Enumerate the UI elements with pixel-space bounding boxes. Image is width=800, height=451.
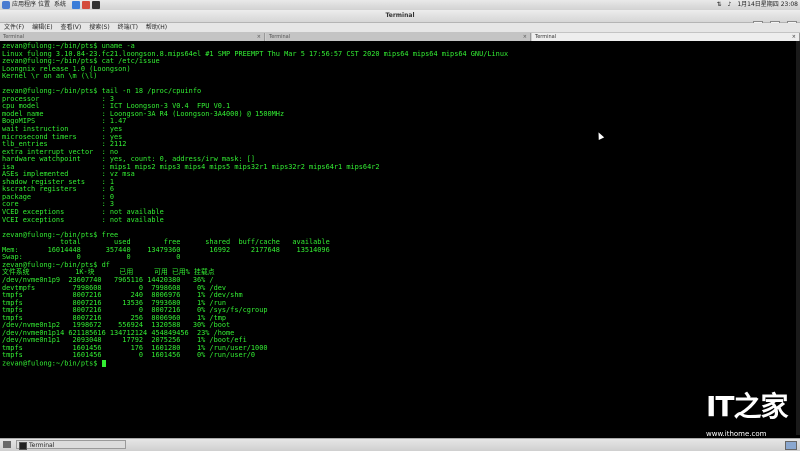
mail-launcher-icon[interactable] xyxy=(82,1,90,9)
taskbar-item-label: Terminal xyxy=(29,442,55,449)
menu-terminal[interactable]: 终端(T) xyxy=(118,24,138,31)
menu-view[interactable]: 查看(V) xyxy=(60,24,81,31)
system-menu[interactable]: 系统 xyxy=(54,0,66,10)
terminal-text: zevan@fulong:~/bin/pts$ uname -a Linux f… xyxy=(0,41,796,368)
terminal-line: tmpfs 1601456 0 1601456 0% /run/user/0 xyxy=(2,351,256,360)
watermark-url: www.ithome.com xyxy=(706,430,767,438)
workspace-switcher[interactable] xyxy=(785,441,797,450)
places-menu[interactable]: 位置 xyxy=(38,0,50,10)
watermark: IT之家 www.ithome.com xyxy=(700,388,796,439)
taskbar-terminal-item[interactable]: Terminal xyxy=(16,440,126,450)
clock[interactable]: 1月14日星期四 23:08 xyxy=(737,1,798,8)
applications-menu[interactable]: 应用程序 xyxy=(12,0,36,10)
tab-close-icon[interactable]: × xyxy=(257,33,261,41)
tab-bar: Terminal × Terminal × Terminal × xyxy=(0,33,800,41)
terminal-cursor xyxy=(101,359,106,367)
terminal-line: zevan@fulong:~/bin/pts$ xyxy=(2,359,102,368)
menu-edit[interactable]: 编辑(E) xyxy=(32,24,52,31)
menu-file[interactable]: 文件(F) xyxy=(4,24,24,31)
terminal-icon xyxy=(19,442,27,450)
menu-search[interactable]: 搜索(S) xyxy=(89,24,110,31)
terminal-launcher-icon[interactable] xyxy=(92,1,100,9)
tab-label: Terminal xyxy=(3,34,25,40)
window-titlebar[interactable]: Terminal – □ × xyxy=(0,10,800,31)
network-icon[interactable]: ⇅ xyxy=(717,1,722,8)
volume-icon[interactable]: ♪ xyxy=(728,1,732,8)
tab-label: Terminal xyxy=(535,34,557,40)
tab-terminal-2[interactable]: Terminal × xyxy=(266,33,531,41)
tab-terminal-3[interactable]: Terminal × xyxy=(532,33,800,41)
tab-terminal-1[interactable]: Terminal × xyxy=(0,33,265,41)
terminal-output[interactable]: zevan@fulong:~/bin/pts$ uname -a Linux f… xyxy=(0,41,796,435)
browser-launcher-icon[interactable] xyxy=(72,1,80,9)
applications-menu-icon[interactable] xyxy=(2,1,10,9)
menu-help[interactable]: 帮助(H) xyxy=(146,24,167,31)
window-title: Terminal xyxy=(385,12,415,19)
terminal-scrollbar[interactable] xyxy=(796,41,800,435)
watermark-logo: IT之家 xyxy=(706,390,789,423)
terminal-line: Kernel \r on an \m (\l) xyxy=(2,72,98,81)
tab-close-icon[interactable]: × xyxy=(792,33,796,41)
tab-close-icon[interactable]: × xyxy=(523,33,527,41)
tab-label: Terminal xyxy=(269,34,291,40)
terminal-line: VCEI exceptions : not available xyxy=(2,215,164,224)
menubar: 文件(F) 编辑(E) 查看(V) 搜索(S) 终端(T) 帮助(H) xyxy=(0,23,800,33)
show-desktop-icon[interactable] xyxy=(3,441,11,448)
system-tray: ⇅ ♪ 1月14日星期四 23:08 xyxy=(713,0,798,10)
taskbar: Terminal xyxy=(0,438,800,451)
